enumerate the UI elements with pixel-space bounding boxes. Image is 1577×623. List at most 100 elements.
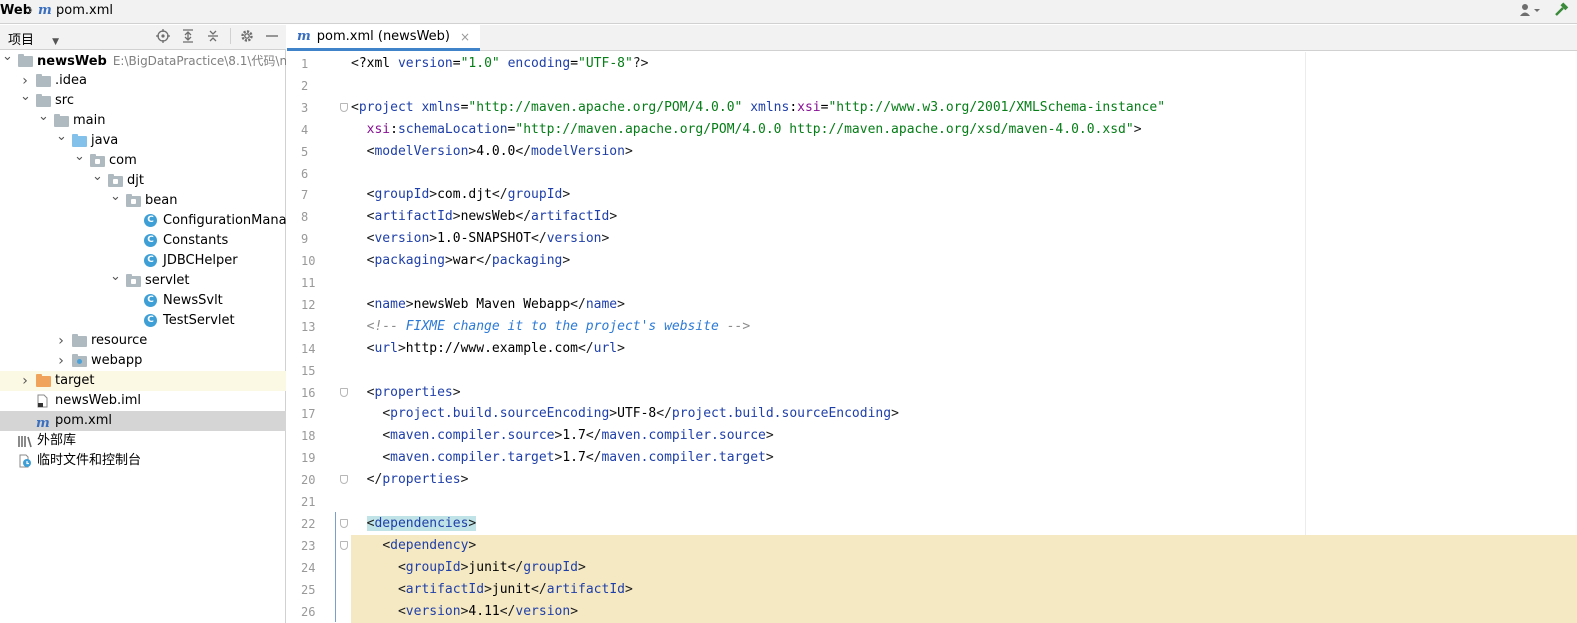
code-line[interactable]: 1 <?xml version="1.0" encoding="UTF-8"?> (287, 53, 1577, 75)
tree-item-java[interactable]: ⌄ java (0, 131, 286, 151)
code-line[interactable]: 21 (287, 491, 1577, 513)
line-number[interactable]: 4 (287, 119, 334, 141)
tree-item-src[interactable]: ⌄ src (0, 91, 286, 111)
code-line[interactable]: 3 <project xmlns="http://maven.apache.org… (287, 97, 1577, 119)
tree-item-constants[interactable]: C Constants (0, 231, 286, 251)
gear-icon[interactable] (230, 28, 255, 44)
tree-item-bean[interactable]: ⌄ bean (0, 191, 286, 211)
code-line[interactable]: 13 <!-- FIXME change it to the project's… (287, 316, 1577, 338)
user-dropdown-icon[interactable] (1519, 3, 1541, 21)
tree-item-testservlet[interactable]: C TestServlet (0, 311, 286, 331)
chevron-down-icon[interactable]: ⌄ (56, 131, 67, 147)
tree-item-pom-xml[interactable]: m pom.xml (0, 411, 286, 431)
tree-item-servlet[interactable]: ⌄ servlet (0, 271, 286, 291)
chevron-right-icon[interactable]: › (20, 371, 30, 391)
code-line[interactable]: 25 <artifactId>junit</artifactId> (287, 579, 1577, 601)
close-icon[interactable]: × (460, 30, 470, 44)
line-number[interactable]: 8 (287, 206, 334, 228)
code-line[interactable]: 5 <modelVersion>4.0.0</modelVersion> (287, 141, 1577, 163)
chevron-down-icon[interactable]: ⌄ (110, 271, 121, 287)
breadcrumb-file[interactable]: pom.xml (56, 3, 113, 18)
code-line[interactable]: 23 <dependency> (287, 535, 1577, 557)
line-number[interactable]: 24 (287, 557, 334, 579)
line-number[interactable]: 12 (287, 294, 334, 316)
line-number[interactable]: 22 (287, 513, 334, 535)
tree-item-newsweb[interactable]: ⌄ newsWeb E:\BigDataPractice\8.1\代码\newsW (0, 51, 286, 71)
tree-item[interactable]: 临时文件和控制台 (0, 451, 286, 471)
tab-pom-xml[interactable]: m pom.xml (newsWeb) × (287, 25, 481, 51)
code-line[interactable]: 11 (287, 272, 1577, 294)
code-line[interactable]: 18 <maven.compiler.source>1.7</maven.com… (287, 425, 1577, 447)
line-number[interactable]: 3 (287, 97, 334, 119)
code-line[interactable]: 22 <dependencies> (287, 513, 1577, 535)
tree-item-webapp[interactable]: › webapp (0, 351, 286, 371)
line-number[interactable]: 10 (287, 250, 334, 272)
code-line[interactable]: 14 <url>http://www.example.com</url> (287, 338, 1577, 360)
chevron-down-icon[interactable]: ⌄ (74, 151, 85, 167)
chevron-right-icon[interactable]: › (20, 71, 30, 91)
code-line[interactable]: 2 (287, 75, 1577, 97)
line-number[interactable]: 7 (287, 184, 334, 206)
tree-item[interactable]: 外部库 (0, 431, 286, 451)
chevron-down-icon[interactable]: ⌄ (2, 51, 13, 67)
line-number[interactable]: 5 (287, 141, 334, 163)
line-number[interactable]: 9 (287, 228, 334, 250)
code-line[interactable]: 20 </properties> (287, 469, 1577, 491)
code-line[interactable]: 16 <properties> (287, 382, 1577, 404)
line-number[interactable]: 19 (287, 447, 334, 469)
code-line[interactable]: 6 (287, 163, 1577, 185)
tree-item-newssvlt[interactable]: C NewsSvlt (0, 291, 286, 311)
tree-item-djt[interactable]: ⌄ djt (0, 171, 286, 191)
tree-item-com[interactable]: ⌄ com (0, 151, 286, 171)
chevron-right-icon[interactable]: › (56, 331, 66, 351)
line-number[interactable]: 13 (287, 316, 334, 338)
code-line[interactable]: 19 <maven.compiler.target>1.7</maven.com… (287, 447, 1577, 469)
chevron-right-icon[interactable]: › (56, 351, 66, 371)
line-number[interactable]: 6 (287, 163, 334, 185)
hammer-icon[interactable] (1553, 2, 1569, 22)
code-line[interactable]: 15 (287, 360, 1577, 382)
collapse-all-icon[interactable] (205, 28, 221, 44)
tree-item-configurationmanager[interactable]: C ConfigurationManager (0, 211, 286, 231)
line-number[interactable]: 2 (287, 75, 334, 97)
tree-item-resource[interactable]: › resource (0, 331, 286, 351)
code-line[interactable]: 4 xsi:schemaLocation="http://maven.apach… (287, 119, 1577, 141)
code-editor[interactable]: 1 <?xml version="1.0" encoding="UTF-8"?> 2… (287, 52, 1577, 623)
locate-icon[interactable] (155, 28, 171, 44)
chevron-down-icon[interactable]: ⌄ (110, 191, 121, 207)
line-number[interactable]: 15 (287, 360, 334, 382)
line-number[interactable]: 18 (287, 425, 334, 447)
tree-item-target[interactable]: › target (0, 371, 286, 391)
line-number[interactable]: 23 (287, 535, 334, 557)
code-line[interactable]: 26 <version>4.11</version> (287, 601, 1577, 623)
expand-all-icon[interactable] (180, 28, 196, 44)
line-number[interactable]: 16 (287, 382, 334, 404)
line-number[interactable]: 20 (287, 469, 334, 491)
code-line[interactable]: 12 <name>newsWeb Maven Webapp</name> (287, 294, 1577, 316)
code-line[interactable]: 9 <version>1.0-SNAPSHOT</version> (287, 228, 1577, 250)
fold-marker-icon[interactable] (340, 388, 348, 397)
tree-item-main[interactable]: ⌄ main (0, 111, 286, 131)
fold-marker-icon[interactable] (340, 475, 348, 484)
code-line[interactable]: 10 <packaging>war</packaging> (287, 250, 1577, 272)
code-line[interactable]: 8 <artifactId>newsWeb</artifactId> (287, 206, 1577, 228)
fold-marker-icon[interactable] (340, 519, 348, 528)
chevron-down-icon[interactable]: ⌄ (20, 91, 31, 107)
chevron-down-icon[interactable]: ⌄ (92, 171, 103, 187)
tree-item-idea[interactable]: › .idea (0, 71, 286, 91)
line-number[interactable]: 1 (287, 53, 334, 75)
code-line[interactable]: 7 <groupId>com.djt</groupId> (287, 184, 1577, 206)
code-line[interactable]: 17 <project.build.sourceEncoding>UTF-8</… (287, 403, 1577, 425)
tree-item-newsweb-iml[interactable]: newsWeb.iml (0, 391, 286, 411)
line-number[interactable]: 17 (287, 403, 334, 425)
fold-marker-icon[interactable] (340, 103, 348, 112)
line-number[interactable]: 14 (287, 338, 334, 360)
project-view-selector[interactable]: 项目 ▼ (8, 29, 59, 48)
line-number[interactable]: 25 (287, 579, 334, 601)
tree-item-jdbchelper[interactable]: C JDBCHelper (0, 251, 286, 271)
line-number[interactable]: 11 (287, 272, 334, 294)
line-number[interactable]: 26 (287, 601, 334, 623)
code-line[interactable]: 24 <groupId>junit</groupId> (287, 557, 1577, 579)
chevron-down-icon[interactable]: ⌄ (38, 111, 49, 127)
minimize-icon[interactable] (264, 28, 280, 44)
